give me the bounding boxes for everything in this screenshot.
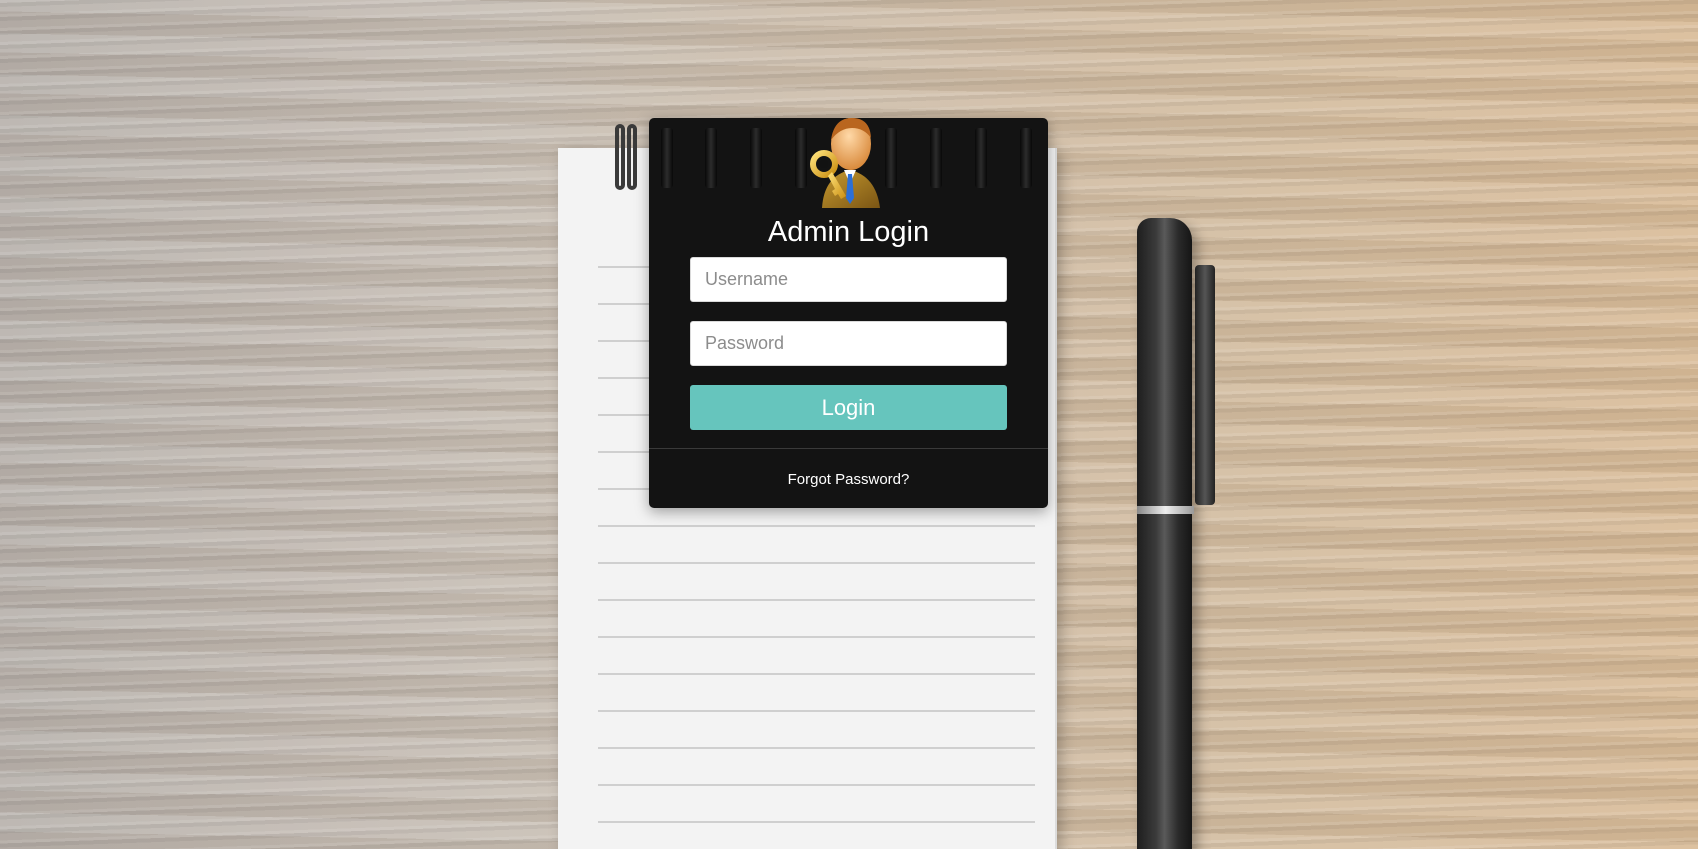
notepad-line: [598, 821, 1035, 823]
card-ring: [705, 128, 717, 188]
username-input[interactable]: [690, 257, 1007, 302]
notepad-line: [598, 525, 1035, 527]
notepad-line: [598, 636, 1035, 638]
pen-ring: [1137, 506, 1194, 514]
login-button[interactable]: Login: [690, 385, 1007, 430]
card-ring: [975, 128, 987, 188]
forgot-password-link[interactable]: Forgot Password?: [649, 471, 1048, 489]
notepad-line: [598, 747, 1035, 749]
password-input[interactable]: [690, 321, 1007, 366]
card-ring: [661, 128, 673, 188]
login-card: Admin Login Login Forgot Password?: [649, 118, 1048, 508]
notepad-spiral: [627, 124, 637, 190]
notepad-line: [598, 599, 1035, 601]
notepad-line: [598, 784, 1035, 786]
notepad-line: [598, 710, 1035, 712]
notepad-spiral: [615, 124, 625, 190]
card-divider: [649, 448, 1048, 449]
notepad-line: [598, 673, 1035, 675]
pen-clip: [1195, 265, 1215, 505]
page-title: Admin Login: [767, 216, 930, 248]
desk-background: Admin Login Login Forgot Password?: [0, 0, 1698, 849]
card-ring: [1020, 128, 1032, 188]
card-ring: [930, 128, 942, 188]
admin-key-user-icon: [810, 118, 880, 208]
notepad-line: [598, 562, 1035, 564]
card-ring: [750, 128, 762, 188]
card-ring: [795, 128, 807, 188]
pen-image: [1137, 218, 1192, 849]
